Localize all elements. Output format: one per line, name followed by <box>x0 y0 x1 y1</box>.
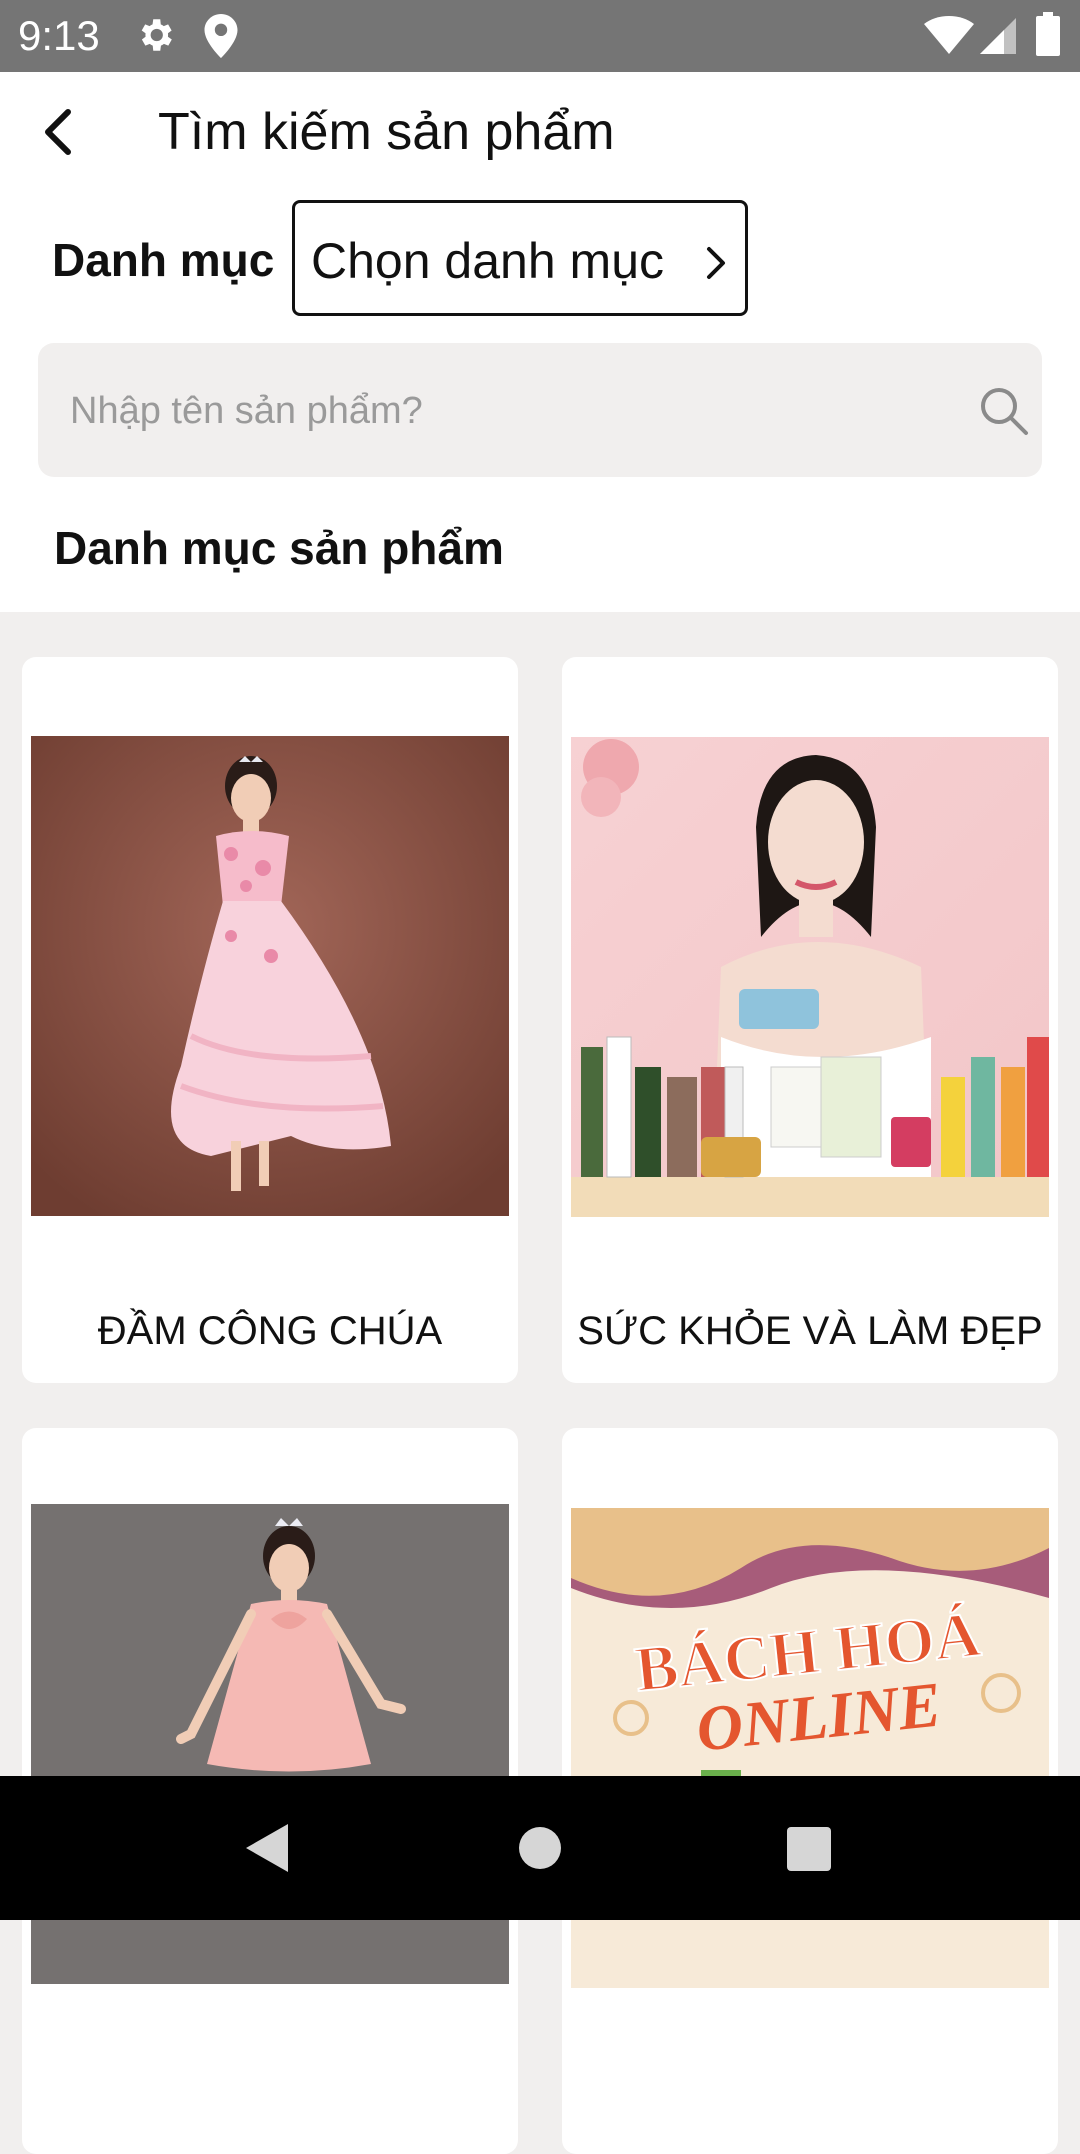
section-title: Danh mục sản phẩm <box>54 522 504 574</box>
location-pin-icon <box>204 14 238 63</box>
chevron-left-icon <box>45 109 71 155</box>
category-card[interactable]: ĐẦM CÔNG CHÚA <box>22 657 518 1383</box>
wifi-icon <box>924 16 974 59</box>
category-label: ĐẦM CÔNG CHÚA <box>97 1309 443 1353</box>
category-filter-label: Danh mục <box>52 234 275 286</box>
search-icon[interactable] <box>978 385 1030 437</box>
category-card[interactable]: SỨC KHỎE VÀ LÀM ĐẸP <box>562 657 1058 1383</box>
back-triangle-icon[interactable] <box>244 1822 290 1874</box>
battery-icon <box>1036 12 1060 61</box>
home-circle-icon[interactable] <box>518 1826 562 1870</box>
search-header: Tìm kiếm sản phẩm Danh mục Chọn danh mục… <box>0 72 1080 612</box>
gear-icon <box>134 14 176 61</box>
back-button[interactable] <box>28 100 92 164</box>
category-picker-label: Chọn danh mục <box>311 233 665 289</box>
category-image-princess-dress <box>31 736 509 1216</box>
search-input[interactable] <box>68 379 952 443</box>
recents-square-icon[interactable] <box>786 1826 832 1872</box>
system-nav-bar <box>0 1776 1080 1920</box>
page-title: Tìm kiếm sản phẩm <box>158 103 615 161</box>
signal-icon <box>980 18 1016 59</box>
category-label: SỨC KHỎE VÀ LÀM ĐẸP <box>577 1309 1043 1353</box>
status-time: 9:13 <box>18 12 100 59</box>
chevron-right-icon <box>707 247 725 279</box>
status-bar: 9:13 <box>0 0 1080 72</box>
search-box <box>38 343 1042 477</box>
category-image-beauty-products <box>571 737 1049 1217</box>
category-picker-button[interactable]: Chọn danh mục <box>292 200 748 316</box>
